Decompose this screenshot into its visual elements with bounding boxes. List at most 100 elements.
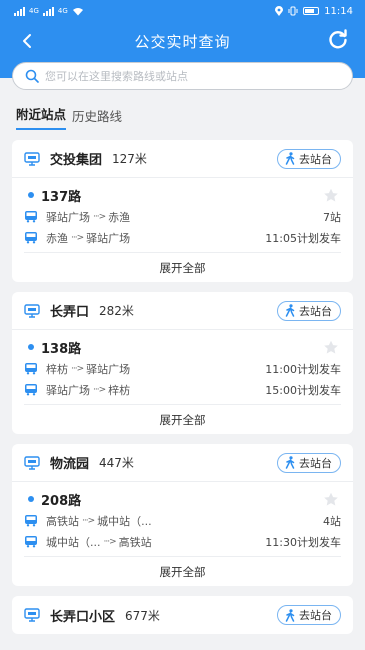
direction-to: 城中站（...	[97, 514, 152, 528]
route-direction[interactable]: 梓枋 ···> 驿站广场 11:00计划发车	[24, 358, 341, 379]
search-box[interactable]	[12, 62, 353, 90]
direction-from: 城中站（...	[46, 535, 101, 549]
route-direction[interactable]: 驿站广场 ···> 梓枋 15:00计划发车	[24, 379, 341, 400]
go-to-station-button[interactable]: 去站台	[277, 300, 341, 321]
direction-arrow: ···>	[103, 536, 117, 547]
walk-icon	[285, 304, 295, 317]
tab-history-routes[interactable]: 历史路线	[72, 106, 122, 130]
station-header[interactable]: 物流园 447米 去站台	[12, 444, 353, 482]
search-icon	[25, 69, 39, 83]
status-time: 11:14	[324, 5, 353, 17]
go-to-station-label: 去站台	[299, 609, 332, 622]
station-name: 交投集团	[50, 153, 103, 168]
tab-bar: 附近站点 历史路线	[16, 104, 122, 130]
page-title: 公交实时查询	[134, 32, 231, 51]
star-icon[interactable]	[323, 340, 339, 355]
expand-all-button[interactable]: 展开全部	[24, 556, 341, 586]
station-name: 长弄口小区	[50, 609, 116, 625]
bus-icon	[25, 363, 37, 375]
direction-arrow: ···>	[93, 211, 106, 222]
go-to-station-button[interactable]: 去站台	[277, 452, 341, 473]
direction-from: 梓枋	[46, 362, 68, 376]
direction-from: 高铁站	[46, 514, 79, 528]
bus-icon	[25, 536, 37, 548]
expand-all-button[interactable]: 展开全部	[24, 252, 341, 282]
direction-from: 赤渔	[46, 231, 68, 245]
back-button[interactable]	[12, 26, 42, 56]
tab-nearby-stations[interactable]: 附近站点	[16, 104, 67, 130]
direction-arrow: ···>	[93, 384, 106, 395]
route-direction[interactable]: 驿站广场 ···> 赤渔 7站	[24, 206, 341, 227]
status-right: 11:14	[275, 6, 353, 17]
station-name: 长弄口	[50, 305, 90, 320]
direction-to: 赤渔	[108, 210, 131, 224]
battery-icon	[303, 7, 320, 15]
signal-icon	[42, 6, 54, 16]
route-direction[interactable]: 高铁站 ···> 城中站（... 4站	[24, 510, 341, 531]
direction-arrow: ···>	[82, 515, 95, 526]
route-direction[interactable]: 赤渔 ···> 驿站广场 11:05计划发车	[24, 227, 341, 248]
go-to-station-button[interactable]: 去站台	[277, 148, 341, 169]
direction-to: 高铁站	[118, 535, 152, 549]
route-name: 138路	[41, 341, 82, 357]
vibrate-icon	[288, 6, 298, 16]
refresh-button[interactable]	[323, 25, 353, 55]
go-to-station-label: 去站台	[299, 304, 332, 318]
walk-icon	[285, 152, 295, 165]
location-icon	[275, 6, 284, 16]
station-header[interactable]: 交投集团 127米 去站台	[12, 140, 353, 178]
direction-arrow: ···>	[71, 363, 84, 374]
station-list: 交投集团 127米 去站台 137路 驿站广场 ···> 赤渔 7站 赤渔 ··…	[12, 140, 353, 644]
route-item[interactable]: 208路 高铁站 ···> 城中站（... 4站 城中站（... ···> 高铁…	[12, 482, 353, 556]
route-item[interactable]: 137路 驿站广场 ···> 赤渔 7站 赤渔 ···> 驿站广场 11:05计…	[12, 178, 353, 252]
direction-status: 11:05计划发车	[265, 231, 341, 245]
status-bar: 4G 4G 11:14	[0, 0, 365, 22]
star-icon[interactable]	[323, 188, 339, 203]
wifi-icon	[72, 7, 83, 15]
star-icon[interactable]	[323, 492, 339, 507]
walk-icon	[285, 456, 295, 469]
route-name: 137路	[41, 189, 82, 205]
signal-icon	[14, 6, 25, 16]
route-header: 137路	[24, 184, 341, 206]
title-bar: 公交实时查询	[0, 22, 365, 60]
direction-status: 11:00计划发车	[265, 362, 341, 376]
search-container	[0, 62, 365, 90]
bus-stop-icon	[24, 303, 40, 318]
go-to-station-button[interactable]: 去站台	[277, 605, 341, 625]
station-card: 物流园 447米 去站台 208路 高铁站 ···> 城中站（... 4站 城中…	[12, 444, 353, 586]
bus-stop-icon	[24, 455, 40, 470]
go-to-station-label: 去站台	[299, 152, 332, 166]
route-direction[interactable]: 城中站（... ···> 高铁站 11:30计划发车	[24, 531, 341, 552]
walk-icon	[285, 608, 295, 622]
bus-stop-icon	[24, 151, 40, 166]
go-to-station-label: 去站台	[299, 456, 332, 470]
route-item[interactable]: 138路 梓枋 ···> 驿站广场 11:00计划发车 驿站广场 ···> 梓枋…	[12, 330, 353, 404]
network-type-left: 4G	[29, 7, 39, 15]
station-card: 长弄口 282米 去站台 138路 梓枋 ···> 驿站广场 11:00计划发车	[12, 292, 353, 434]
search-input[interactable]	[45, 69, 342, 83]
direction-to: 驿站广场	[86, 231, 131, 245]
direction-status: 4站	[323, 514, 341, 528]
station-distance: 447米	[99, 456, 134, 470]
station-header[interactable]: 长弄口小区 677米 去站台	[12, 596, 353, 634]
refresh-icon	[329, 29, 347, 49]
bus-icon	[25, 211, 37, 223]
station-name: 物流园	[50, 457, 90, 472]
route-header: 208路	[24, 488, 341, 510]
route-name: 208路	[41, 493, 82, 509]
direction-from: 驿站广场	[46, 383, 90, 397]
station-header[interactable]: 长弄口 282米 去站台	[12, 292, 353, 330]
route-dot	[28, 344, 34, 350]
bus-icon	[25, 384, 37, 396]
route-dot	[28, 192, 34, 198]
expand-all-button[interactable]: 展开全部	[24, 404, 341, 434]
direction-status: 7站	[323, 210, 341, 224]
station-card: 交投集团 127米 去站台 137路 驿站广场 ···> 赤渔 7站 赤渔 ··…	[12, 140, 353, 282]
chevron-left-icon	[23, 34, 31, 48]
direction-status: 15:00计划发车	[265, 383, 341, 397]
route-dot	[28, 496, 34, 502]
station-distance: 677米	[125, 608, 160, 623]
direction-arrow: ···>	[71, 232, 84, 243]
direction-status: 11:30计划发车	[265, 535, 341, 549]
